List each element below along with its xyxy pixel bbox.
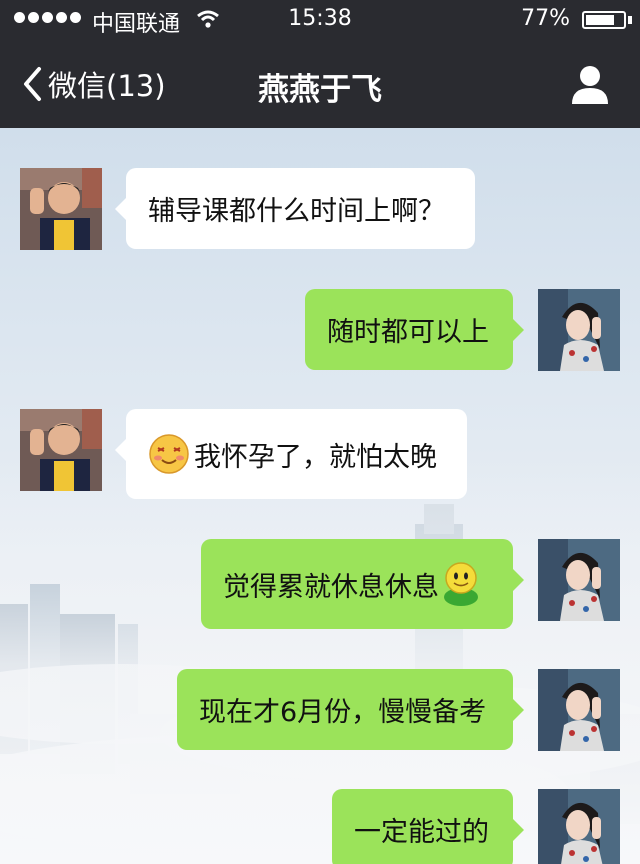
battery-icon bbox=[582, 11, 626, 29]
navigation-bar: 微信(13) 燕燕于飞 bbox=[0, 40, 640, 128]
boy-avatar-image bbox=[20, 168, 102, 250]
message-text: 辅导课都什么时间上啊？ bbox=[148, 196, 445, 227]
message-bubble-outgoing[interactable]: 随时都可以上 bbox=[305, 289, 524, 370]
message-bubble-outgoing[interactable]: 现在才6月份，慢慢备考 bbox=[177, 669, 524, 750]
blushing-face-emoji bbox=[149, 434, 189, 474]
my-avatar[interactable] bbox=[538, 539, 620, 621]
message-text: 随时都可以上 bbox=[327, 317, 489, 348]
message-bubble-incoming[interactable]: 我怀孕了，就怕太晚 bbox=[115, 409, 467, 499]
chat-title: 燕燕于飞 bbox=[258, 72, 382, 108]
message-text: 现在才6月份，慢慢备考 bbox=[199, 697, 487, 728]
message-text: 觉得累就休息休息 bbox=[223, 571, 439, 603]
message-bubble-outgoing[interactable]: 觉得累就休息休息 bbox=[201, 539, 524, 629]
woman-avatar-image bbox=[538, 289, 620, 371]
my-avatar[interactable] bbox=[538, 789, 620, 864]
woman-avatar-image bbox=[538, 669, 620, 751]
chat-screen: 中国联通 15:38 77% 微信(13) 燕燕于飞 辅导课都什么时间上啊？ 随… bbox=[0, 0, 640, 864]
my-avatar[interactable] bbox=[538, 669, 620, 751]
status-bar: 中国联通 15:38 77% bbox=[0, 0, 640, 40]
message-bubble-incoming[interactable]: 辅导课都什么时间上啊？ bbox=[115, 168, 475, 249]
message-text: 一定能过的 bbox=[354, 817, 489, 848]
green-smiley-emoji bbox=[444, 562, 478, 606]
contact-profile-icon[interactable] bbox=[570, 64, 610, 104]
contact-avatar[interactable] bbox=[20, 168, 102, 250]
message-bubble-outgoing[interactable]: 一定能过的 bbox=[332, 789, 524, 864]
my-avatar[interactable] bbox=[538, 289, 620, 371]
battery-percentage: 77% bbox=[521, 6, 570, 31]
woman-avatar-image bbox=[538, 789, 620, 864]
contact-avatar[interactable] bbox=[20, 409, 102, 491]
woman-avatar-image bbox=[538, 539, 620, 621]
battery-cap bbox=[628, 16, 632, 24]
message-text: 我怀孕了，就怕太晚 bbox=[194, 441, 437, 473]
boy-avatar-image bbox=[20, 409, 102, 491]
top-bar: 中国联通 15:38 77% 微信(13) 燕燕于飞 bbox=[0, 0, 640, 128]
